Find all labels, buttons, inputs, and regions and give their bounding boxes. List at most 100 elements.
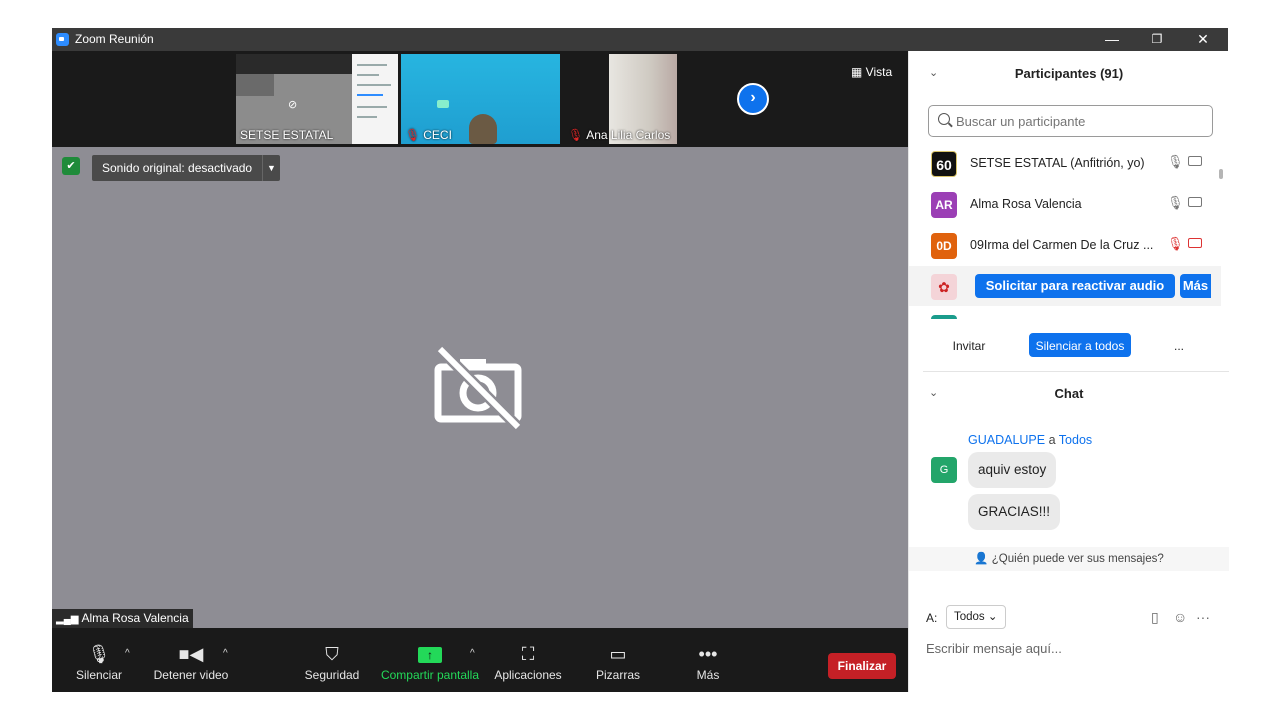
mic-muted-icon[interactable]: 🎙 — [1167, 236, 1184, 252]
view-label: Vista — [865, 65, 893, 79]
participant-name: 09Irma del Carmen De la Cruz ... — [970, 238, 1154, 252]
chat-message[interactable]: GRACIAS!!! — [968, 494, 1061, 530]
recipient-name[interactable]: Todos — [1059, 433, 1092, 447]
mute-label: Silenciar — [75, 668, 123, 682]
emoji-icon[interactable]: ☺ — [1173, 609, 1187, 625]
chevron-up-icon[interactable]: ^ — [125, 648, 130, 659]
participant-name: SETSE ESTATAL (Anfitrión, yo) — [970, 156, 1145, 170]
side-panel: ⌄ Participantes (91) 60 SETSE ESTATAL (A… — [908, 51, 1229, 692]
whiteboards-label: Pizarras — [595, 668, 640, 682]
person-icon: 👤 — [974, 553, 989, 565]
chevron-up-icon[interactable]: ^ — [223, 648, 228, 659]
main-video: ✔ Sonido original: desactivado ▼ ▂▄▆ Alma… — [52, 147, 908, 628]
more-label: Más — [696, 668, 720, 682]
stop-video-label: Detener video — [153, 668, 229, 682]
chevron-up-icon[interactable]: ^ — [470, 648, 475, 659]
minimize-button[interactable]: — — [1092, 28, 1132, 51]
scrollbar-thumb[interactable] — [1219, 169, 1223, 179]
microphone-icon[interactable]: 🎙 — [1167, 154, 1184, 170]
grid-icon: ▦ — [851, 65, 866, 79]
speaker-name: Alma Rosa Valencia — [81, 611, 189, 625]
security-button[interactable]: ⛉ Seguridad — [304, 642, 360, 682]
share-screen-label: Compartir pantalla — [380, 668, 480, 682]
participant-thumbnail[interactable]: 🎙 CECI — [401, 54, 560, 144]
thumbnail-strip: ⊘ SETSE ESTATAL 🎙 CECI 🎙 Ana Lilia Carlos … — [52, 51, 908, 147]
chat-message[interactable]: aquiv estoy — [968, 452, 1057, 488]
avatar: G — [931, 457, 957, 483]
more-options-button[interactable]: ... — [1166, 333, 1192, 357]
more-dots-icon: ••• — [698, 644, 718, 664]
chat-title: Chat — [1054, 386, 1084, 401]
more-dots-icon[interactable]: ··· — [1196, 609, 1210, 625]
chevron-down-icon[interactable]: ⌄ — [929, 386, 938, 399]
video-camera-icon: ■◀ — [178, 644, 204, 664]
avatar: 0D — [931, 233, 957, 259]
sender-name[interactable]: GUADALUPE — [968, 433, 1045, 447]
mic-muted-icon: 🎙 — [568, 128, 584, 142]
chat-message-input[interactable] — [926, 637, 1216, 659]
more-button[interactable]: ••• Más — [688, 642, 728, 682]
to-word: a — [1048, 433, 1056, 447]
apps-button[interactable]: ⛶ Aplicaciones — [493, 642, 563, 682]
participant-row[interactable]: ✿ Solicitar para reactivar audio Más — [909, 266, 1221, 306]
thumbnail-name: CECI — [423, 128, 452, 142]
participant-row[interactable]: 0D 09Irma del Carmen De la Cruz ... 🎙 — [909, 225, 1221, 265]
zoom-app-icon — [56, 33, 69, 46]
original-sound-toggle[interactable]: Sonido original: desactivado ▼ — [92, 155, 280, 181]
participant-thumbnail[interactable]: ⊘ SETSE ESTATAL — [236, 54, 398, 144]
microphone-icon: 🎙 — [87, 644, 111, 664]
participants-header[interactable]: ⌄ Participantes (91) — [909, 66, 1229, 81]
participant-thumbnail[interactable]: 🎙 Ana Lilia Carlos — [564, 54, 723, 144]
thumbnail-name: SETSE ESTATAL — [240, 128, 334, 142]
chevron-down-icon: ⌄ — [987, 611, 998, 623]
request-unmute-button[interactable]: Solicitar para reactivar audio — [975, 274, 1175, 298]
chat-header[interactable]: ⌄ Chat — [909, 386, 1229, 401]
close-button[interactable]: ✕ — [1183, 28, 1223, 51]
camera-off-icon — [434, 345, 522, 431]
who-can-see-link[interactable]: 👤 ¿Quién puede ver sus mensajes? — [909, 547, 1229, 571]
stop-video-button[interactable]: ■◀ Detener video — [152, 642, 230, 682]
video-camera-icon[interactable] — [1188, 197, 1202, 207]
view-button[interactable]: ▦ Vista — [845, 61, 899, 83]
end-meeting-button[interactable]: Finalizar — [828, 653, 896, 679]
shield-icon[interactable]: ✔ — [62, 157, 80, 175]
participant-row[interactable]: AR Alma Rosa Valencia 🎙 — [909, 184, 1221, 224]
mic-muted-icon: 🎙 — [405, 128, 421, 142]
chevron-down-icon[interactable]: ▼ — [262, 155, 280, 181]
mute-all-button[interactable]: Silenciar a todos — [1029, 333, 1131, 357]
shared-screen-bar — [236, 54, 352, 74]
original-sound-label: Sonido original: desactivado — [102, 161, 253, 175]
share-screen-button[interactable]: ↑ Compartir pantalla — [380, 642, 480, 682]
microphone-icon[interactable]: 🎙 — [1167, 195, 1184, 211]
share-screen-icon: ↑ — [380, 642, 480, 668]
file-icon[interactable]: ▯ — [1151, 609, 1159, 626]
apps-label: Aplicaciones — [494, 668, 562, 682]
participant-scrollbar[interactable] — [1219, 167, 1223, 343]
search-icon — [938, 113, 950, 125]
invite-button[interactable]: Invitar — [945, 333, 993, 357]
speaker-name-label: ▂▄▆ Alma Rosa Valencia — [52, 609, 193, 628]
shield-icon: ⛉ — [325, 644, 339, 664]
participant-row[interactable]: 60 SETSE ESTATAL (Anfitrión, yo) 🎙 — [909, 143, 1221, 183]
recipient-select[interactable]: Todos ⌄ — [946, 605, 1006, 629]
to-label: A: — [926, 611, 938, 625]
participant-list: 60 SETSE ESTATAL (Anfitrión, yo) 🎙 AR Al… — [909, 143, 1221, 319]
restore-button[interactable]: ❐ — [1137, 28, 1177, 51]
background-object — [437, 100, 449, 108]
participant-row[interactable] — [909, 307, 1221, 319]
more-participant-button[interactable]: Más — [1180, 274, 1211, 298]
next-page-button[interactable]: › — [737, 83, 769, 115]
video-off-icon[interactable] — [1188, 238, 1202, 248]
participant-head — [469, 114, 497, 144]
avatar: AR — [931, 192, 957, 218]
shared-photo — [236, 74, 274, 96]
chevron-down-icon[interactable]: ⌄ — [929, 66, 938, 79]
whiteboards-button[interactable]: ▭ Pizarras — [592, 642, 644, 682]
mute-button[interactable]: 🎙 Silenciar — [74, 642, 124, 682]
camera-off-icon: ⊘ — [288, 99, 298, 111]
title-bar: Zoom Reunión — ❐ ✕ — [52, 28, 1228, 51]
video-camera-icon[interactable] — [1188, 156, 1202, 166]
avatar — [931, 315, 957, 319]
participant-search-input[interactable] — [928, 105, 1213, 137]
thumbnail-name: Ana Lilia Carlos — [586, 128, 671, 142]
